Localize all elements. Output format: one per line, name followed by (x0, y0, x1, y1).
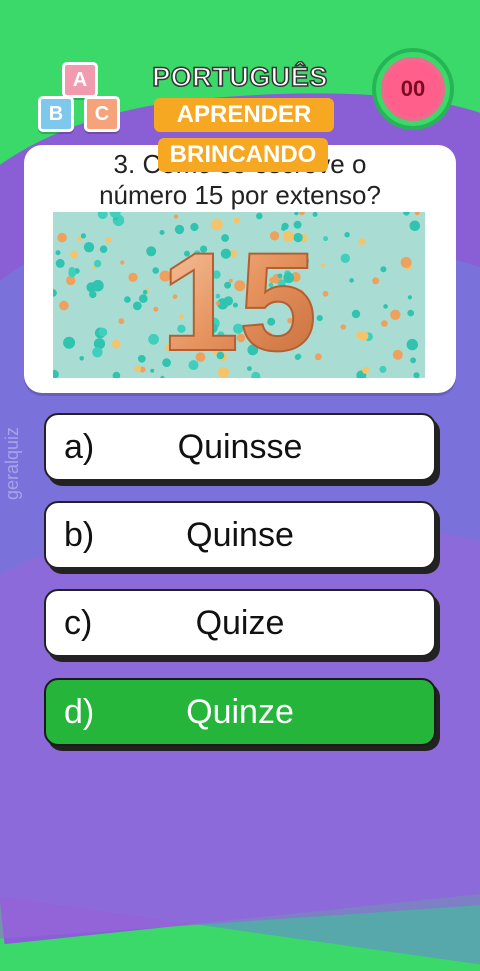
abc-blocks-logo: A B C (38, 62, 122, 132)
answer-c-letter: c) (64, 603, 93, 642)
block-a: A (62, 62, 98, 98)
block-b: B (38, 96, 74, 132)
answer-d-letter: d) (64, 692, 95, 731)
answer-a[interactable]: a) Quinsse (44, 413, 436, 481)
answer-b[interactable]: b) Quinse (44, 501, 436, 569)
timer-value: 00 (385, 61, 441, 117)
question-image: 15 (53, 212, 425, 378)
tag-brincando: BRINCANDO (158, 138, 328, 172)
watermark: geralquiz (2, 426, 22, 500)
confetti-15-image: 15 (53, 212, 425, 378)
answer-c-text: Quize (195, 603, 285, 642)
answer-b-letter: b) (64, 515, 95, 554)
block-c: C (84, 96, 120, 132)
tag-aprender: APRENDER (154, 98, 334, 132)
subject-title: PORTUGUÊS (151, 61, 328, 93)
image-number-15: 15 (161, 223, 317, 378)
question-line-2: número 15 por extenso? (99, 180, 381, 210)
answer-b-text: Quinse (186, 515, 294, 554)
answer-d-text: Quinze (186, 692, 294, 731)
answer-c[interactable]: c) Quize (44, 589, 436, 657)
answer-a-text: Quinsse (177, 427, 303, 466)
answer-d[interactable]: d) Quinze (44, 678, 436, 746)
timer: 00 (376, 52, 450, 126)
question-card: 3. Como se escreve o número 15 por exten… (24, 145, 456, 393)
answer-a-letter: a) (64, 427, 95, 466)
